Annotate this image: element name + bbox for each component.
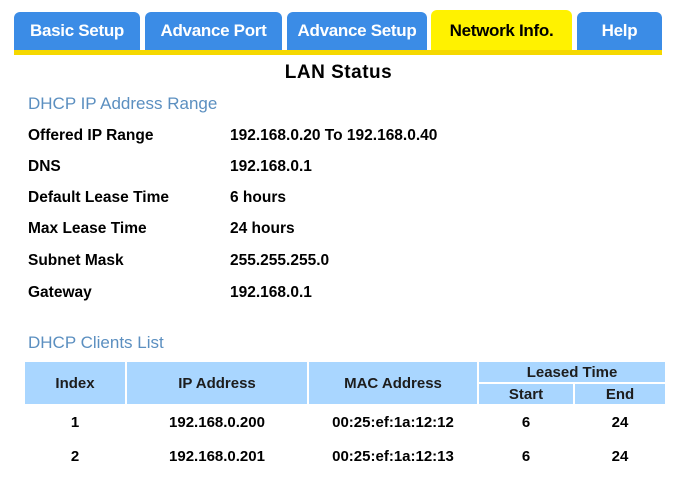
info-label: Offered IP Range — [28, 127, 154, 144]
cell-mac-address: 00:25:ef:1a:12:13 — [332, 447, 454, 465]
page-title: LAN Status — [284, 62, 393, 83]
info-value: 6 hours — [230, 189, 286, 206]
cell-mac-address: 00:25:ef:1a:12:12 — [332, 413, 454, 431]
tab-advance-port[interactable]: Advance Port — [145, 12, 282, 50]
info-label: Max Lease Time — [28, 220, 147, 237]
table-row: 1 192.168.0.200 00:25:ef:1a:12:12 6 24 — [25, 406, 665, 438]
col-header-leased-time: Leased Time — [479, 362, 665, 382]
cell-index: 2 — [70, 447, 80, 465]
tab-underline — [14, 50, 662, 55]
tab-network-info[interactable]: Network Info. — [431, 10, 572, 52]
info-label: Default Lease Time — [28, 189, 169, 206]
tab-advance-setup[interactable]: Advance Setup — [287, 12, 427, 50]
info-value: 192.168.0.20 To 192.168.0.40 — [230, 127, 438, 144]
col-header-start: Start — [479, 384, 573, 404]
cell-start: 6 — [521, 447, 531, 465]
info-label: DNS — [28, 158, 61, 175]
col-header-end: End — [575, 384, 665, 404]
info-value: 192.168.0.1 — [230, 284, 312, 301]
tab-bar: Basic Setup Advance Port Advance Setup N… — [0, 0, 677, 58]
clients-list-heading: DHCP Clients List — [28, 333, 164, 352]
cell-end: 24 — [611, 413, 629, 431]
col-header-index: Index — [25, 362, 125, 404]
table-row: 2 192.168.0.201 00:25:ef:1a:12:13 6 24 — [25, 440, 665, 472]
dhcp-range-heading: DHCP IP Address Range — [28, 94, 218, 113]
tab-basic-setup[interactable]: Basic Setup — [14, 12, 140, 50]
info-value: 192.168.0.1 — [230, 158, 312, 175]
cell-start: 6 — [521, 413, 531, 431]
info-value: 24 hours — [230, 220, 295, 237]
info-value: 255.255.255.0 — [230, 252, 330, 269]
col-header-mac-address: MAC Address — [309, 362, 477, 404]
tab-help[interactable]: Help — [577, 12, 662, 50]
cell-ip-address: 192.168.0.200 — [169, 413, 265, 431]
info-label: Subnet Mask — [28, 252, 124, 269]
cell-index: 1 — [70, 413, 80, 431]
cell-ip-address: 192.168.0.201 — [169, 447, 265, 465]
col-header-ip-address: IP Address — [127, 362, 307, 404]
info-label: Gateway — [28, 284, 92, 301]
cell-end: 24 — [611, 447, 629, 465]
clients-table: Index IP Address MAC Address Leased Time… — [23, 360, 667, 474]
